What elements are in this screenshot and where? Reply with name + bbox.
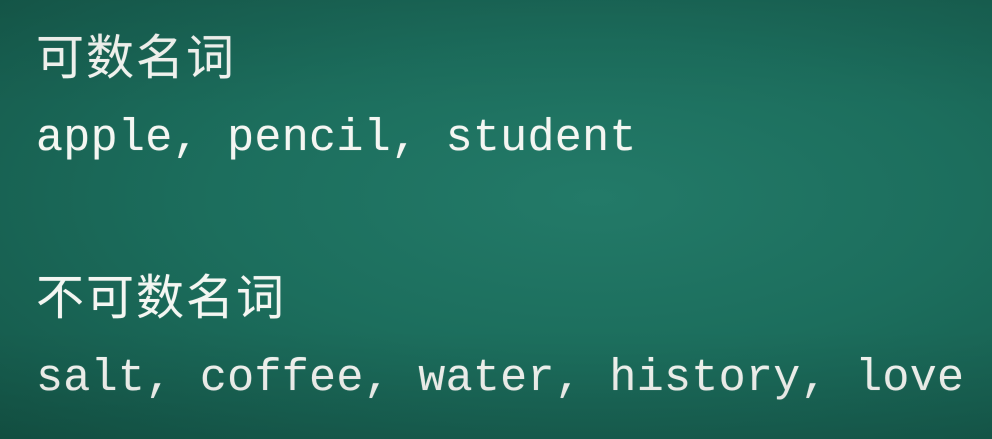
uncountable-nouns-heading: 不可数名词 — [36, 270, 287, 326]
countable-nouns-heading: 可数名词 — [36, 30, 237, 86]
countable-nouns-examples: apple, pencil, student — [36, 113, 637, 164]
uncountable-nouns-examples: salt, coffee, water, history, love — [36, 353, 965, 404]
chalkboard: 可数名词 apple, pencil, student 不可数名词 salt, … — [0, 0, 992, 439]
